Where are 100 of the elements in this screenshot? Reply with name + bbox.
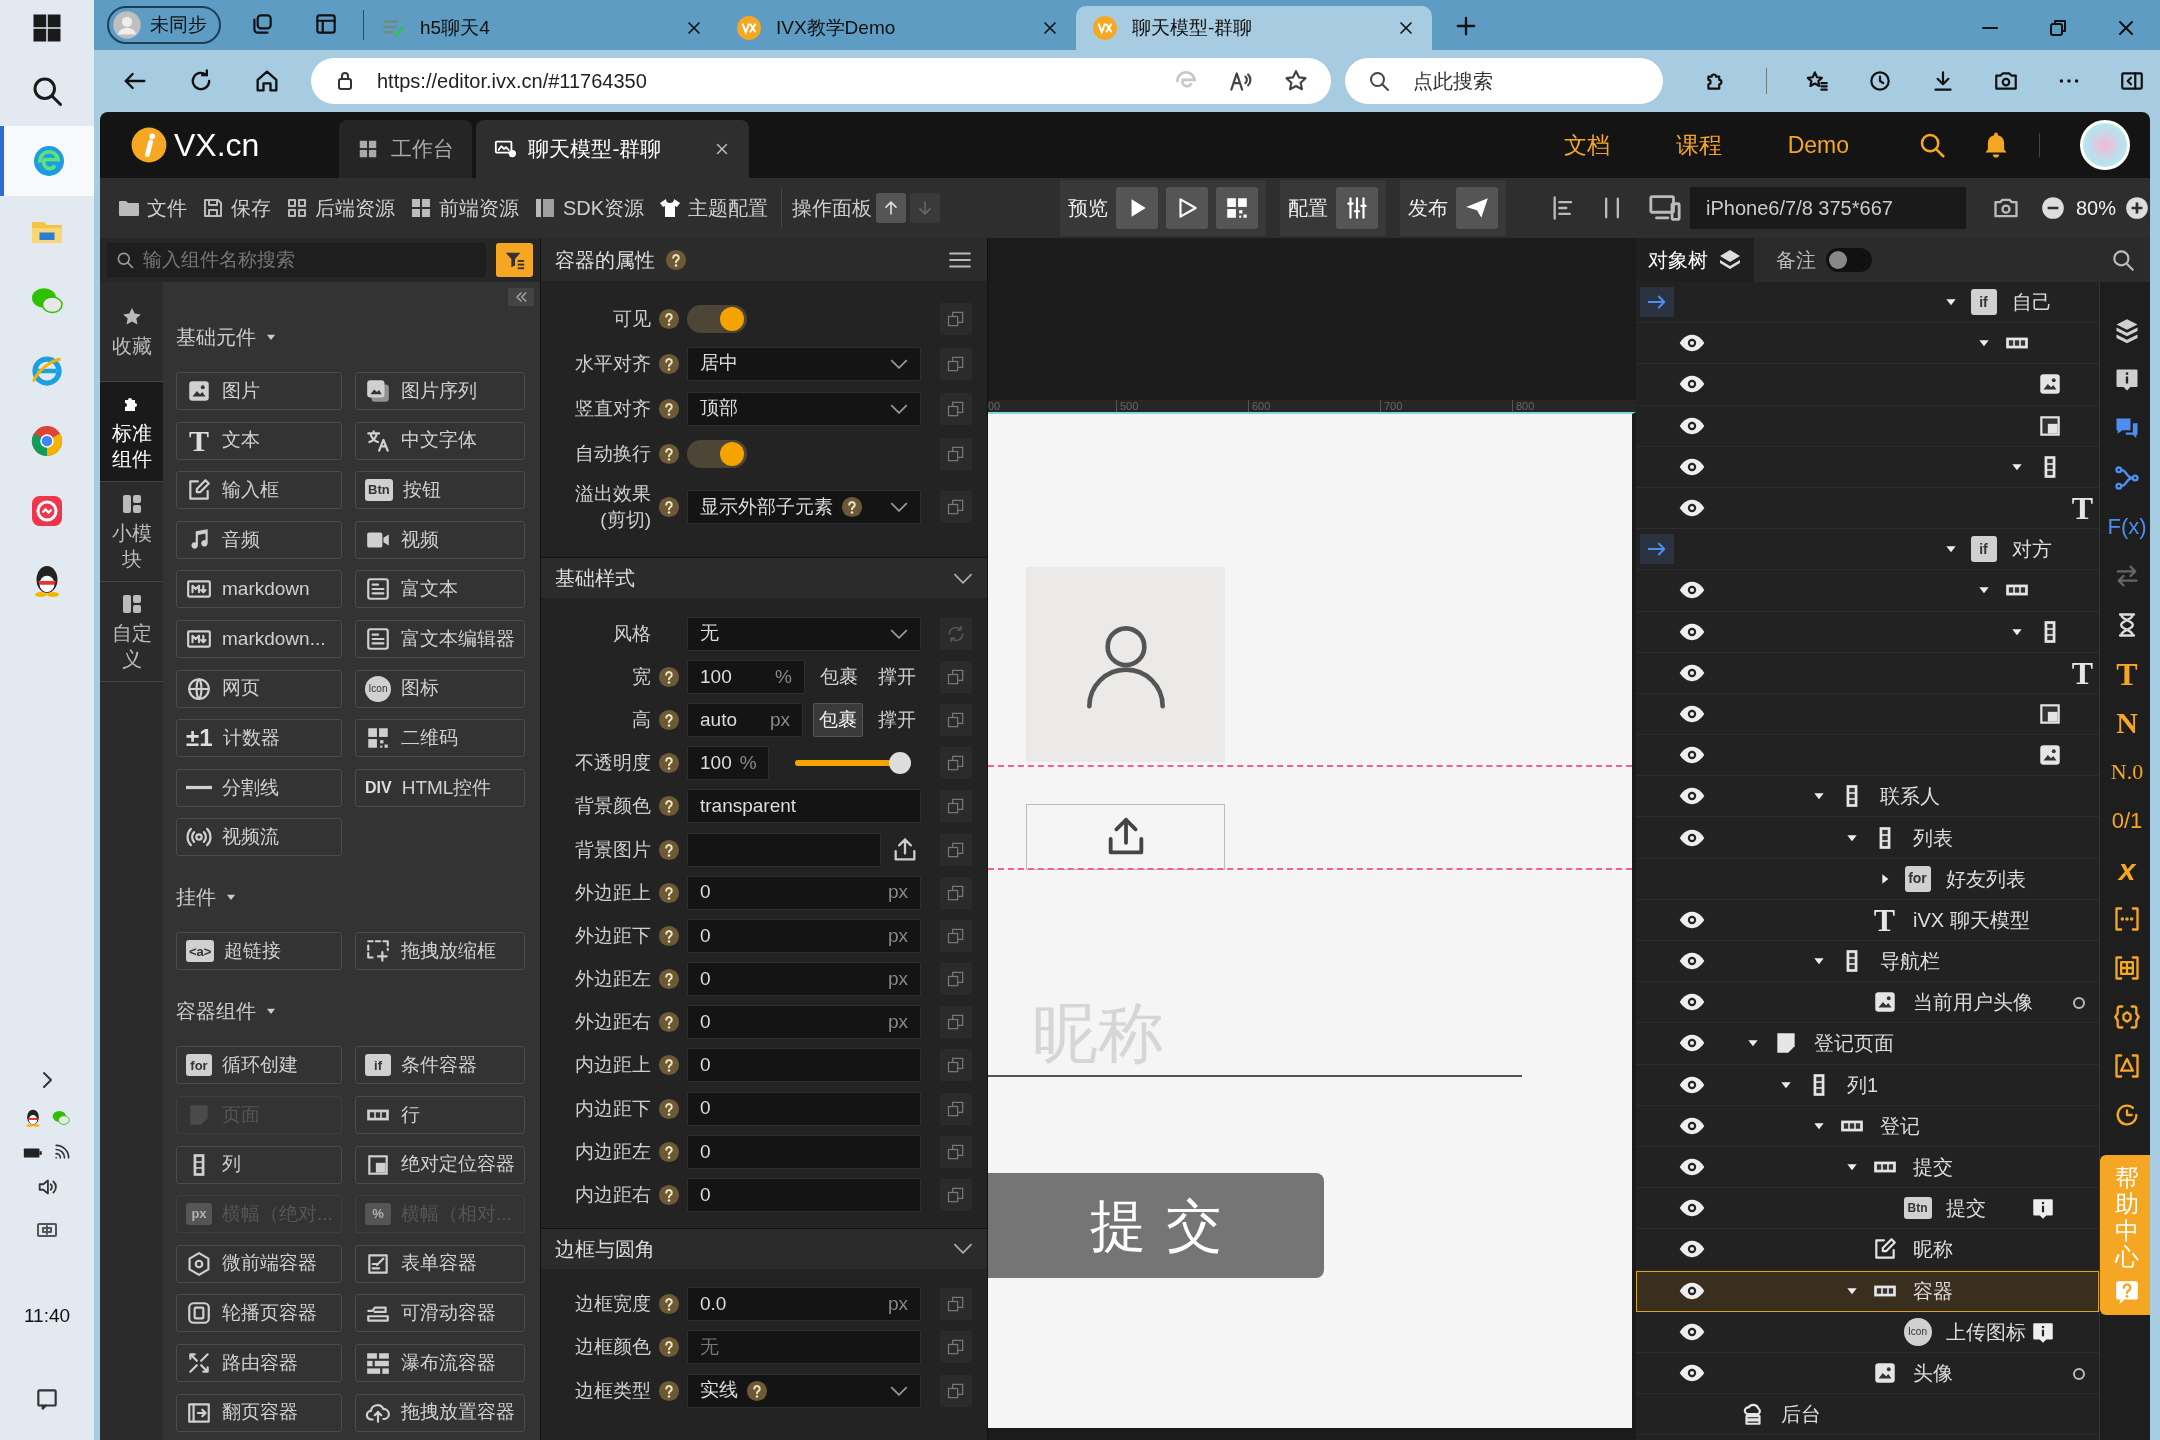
tree-row[interactable]: 当前用户头像 [1636,982,2099,1024]
component-item[interactable]: ±1 计数器 [176,719,342,758]
tree-row[interactable]: 列1 [1636,1064,2099,1106]
component-item[interactable]: 中文字体 [355,421,525,460]
input-field[interactable]: 0 [687,1134,921,1169]
toolbar-button[interactable]: 后端资源 [278,186,402,230]
component-item[interactable]: T 文本 [176,421,342,460]
input-field[interactable]: 无 [687,1330,921,1365]
component-item[interactable]: 列 [176,1145,342,1184]
tool-glyph[interactable]: F(x) [2107,515,2147,538]
tree-row[interactable]: 列表 [1636,817,2099,859]
component-item[interactable]: 分割线 [176,768,342,807]
editor-tab[interactable]: 聊天模型-群聊 [476,120,750,178]
input-field[interactable]: 100 % [687,746,769,781]
tree-row[interactable]: Btn 提交 [1636,1188,2099,1230]
tree-row[interactable]: T [1636,652,2099,694]
tree-row[interactable]: 导航栏 [1636,941,2099,983]
browser-tab[interactable]: IVX教学Demo [720,6,1076,50]
clock-time[interactable]: 11:40 [23,1301,71,1330]
tree-row[interactable]: 登记页面 [1636,1023,2099,1065]
submit-button[interactable]: 提交 [988,1173,1324,1278]
input-field[interactable]: 0 px [687,875,921,910]
toolbar-button[interactable]: 主题配置 [651,186,776,230]
component-item[interactable]: 可滑动容器 [355,1294,525,1333]
component-item[interactable]: 拖拽放置容器 [355,1393,525,1432]
input-field[interactable]: 0 px [687,1005,921,1040]
input-field[interactable]: 0.0 px [687,1287,921,1322]
search-field[interactable]: 点此搜索 [1345,58,1663,104]
tree-row[interactable]: 容器 [1636,1270,2099,1312]
input-field[interactable]: 0 [687,1048,921,1083]
device-field[interactable]: iPhone6/7/8 375*667 [1690,187,1966,229]
input-field[interactable]: 100 % [687,659,805,694]
component-item[interactable]: 翻页容器 [176,1393,342,1432]
component-item[interactable]: markdown... [176,619,342,658]
component-item[interactable]: 图片 [176,372,342,410]
tree-row[interactable]: T iVX 聊天模型 [1636,899,2099,941]
component-item[interactable]: 输入框 [176,471,342,510]
tool-glyph[interactable]: N.0 [2110,760,2144,783]
profile-button[interactable]: 未同步 [107,6,221,44]
tree-row[interactable]: 头像 [1636,1352,2099,1395]
tree-row[interactable]: for 好友列表 [1636,858,2099,900]
component-item[interactable]: 视频 [355,520,525,559]
tree-row[interactable]: Icon 上传图标 [1636,1311,2099,1353]
editor-tab[interactable]: 工作台 [339,120,473,178]
component-item[interactable]: 富文本 [355,570,525,609]
toolbar-button[interactable]: 前端资源 [402,186,526,230]
component-item[interactable]: 音频 [176,520,342,559]
select-field[interactable]: 无 [687,616,921,651]
component-item[interactable]: 绝对定位容器 [355,1145,525,1184]
section-header[interactable]: 基础样式 [541,557,987,598]
component-item[interactable]: 富文本编辑器 [355,619,525,658]
browser-tab[interactable]: h5聊天4 [364,6,720,50]
component-item[interactable]: Btn 按钮 [355,471,525,510]
input-field[interactable]: 0 [687,1178,921,1213]
component-item[interactable]: <a> 超链接 [176,932,342,971]
tree-row[interactable]: 登记 [1636,1105,2099,1147]
browser-tab[interactable]: 聊天模型-群聊 [1076,6,1432,50]
component-item[interactable]: Icon 图标 [355,669,525,708]
nav-link[interactable]: Demo [1787,127,1849,163]
panel-tab[interactable]: 对象树 [1636,238,1754,282]
select-field[interactable]: 居中 [687,346,921,381]
option-button[interactable]: 包裹 [813,702,863,737]
nav-link[interactable]: 文档 [1563,127,1610,163]
search-field[interactable]: 输入组件名称搜索 [107,243,486,277]
component-item[interactable]: 图片序列 [355,372,525,410]
component-item[interactable]: 网页 [176,669,342,708]
nav-link[interactable]: 课程 [1675,127,1722,163]
tree-row[interactable]: if 对方 [1636,529,2099,571]
toolbar-button[interactable]: SDK资源 [526,186,652,230]
toolbar-button[interactable]: 保存 [194,186,278,230]
tree-row[interactable]: if 自己 [1636,282,2099,324]
input-field[interactable]: 0 px [687,918,921,953]
option-button[interactable]: 包裹 [815,659,863,694]
tree-row[interactable]: 联系人 [1636,776,2099,818]
component-item[interactable]: DIV HTML控件 [355,768,525,807]
component-item[interactable]: 行 [355,1095,525,1134]
side-tab[interactable]: 小模块 [100,482,163,582]
side-tab[interactable]: 标准组件 [100,382,163,482]
component-item[interactable]: 瀑布流容器 [355,1343,525,1382]
tree-row[interactable]: 昵称 [1636,1229,2099,1271]
component-item[interactable]: 轮播页容器 [176,1294,342,1333]
component-item[interactable]: if 条件容器 [355,1046,525,1085]
tree-row[interactable]: T [1636,487,2099,530]
component-item[interactable]: 二维码 [355,719,525,758]
tree-row[interactable]: 后台 [1636,1394,2099,1436]
component-item[interactable]: 拖拽放缩框 [355,932,525,971]
tool-glyph[interactable]: N [2116,707,2138,738]
component-item[interactable]: 视频流 [176,818,342,857]
select-field[interactable]: 实线 [687,1373,921,1408]
component-item[interactable]: 表单容器 [355,1244,525,1283]
tool-glyph[interactable]: 0/1 [2111,809,2143,832]
option-button[interactable]: 撑开 [873,659,921,694]
toolbar-button[interactable]: 文件 [110,186,194,230]
component-item[interactable]: 微前端容器 [176,1244,342,1283]
input-field[interactable]: transparent [687,789,921,824]
component-item[interactable]: markdown [176,570,342,609]
side-tab[interactable]: 自定义 [100,582,163,682]
tool-glyph[interactable]: T [2116,657,2138,690]
address-bar[interactable]: https://editor.ivx.cn/#11764350 [311,58,1331,104]
tool-glyph[interactable]: x [2118,854,2136,885]
